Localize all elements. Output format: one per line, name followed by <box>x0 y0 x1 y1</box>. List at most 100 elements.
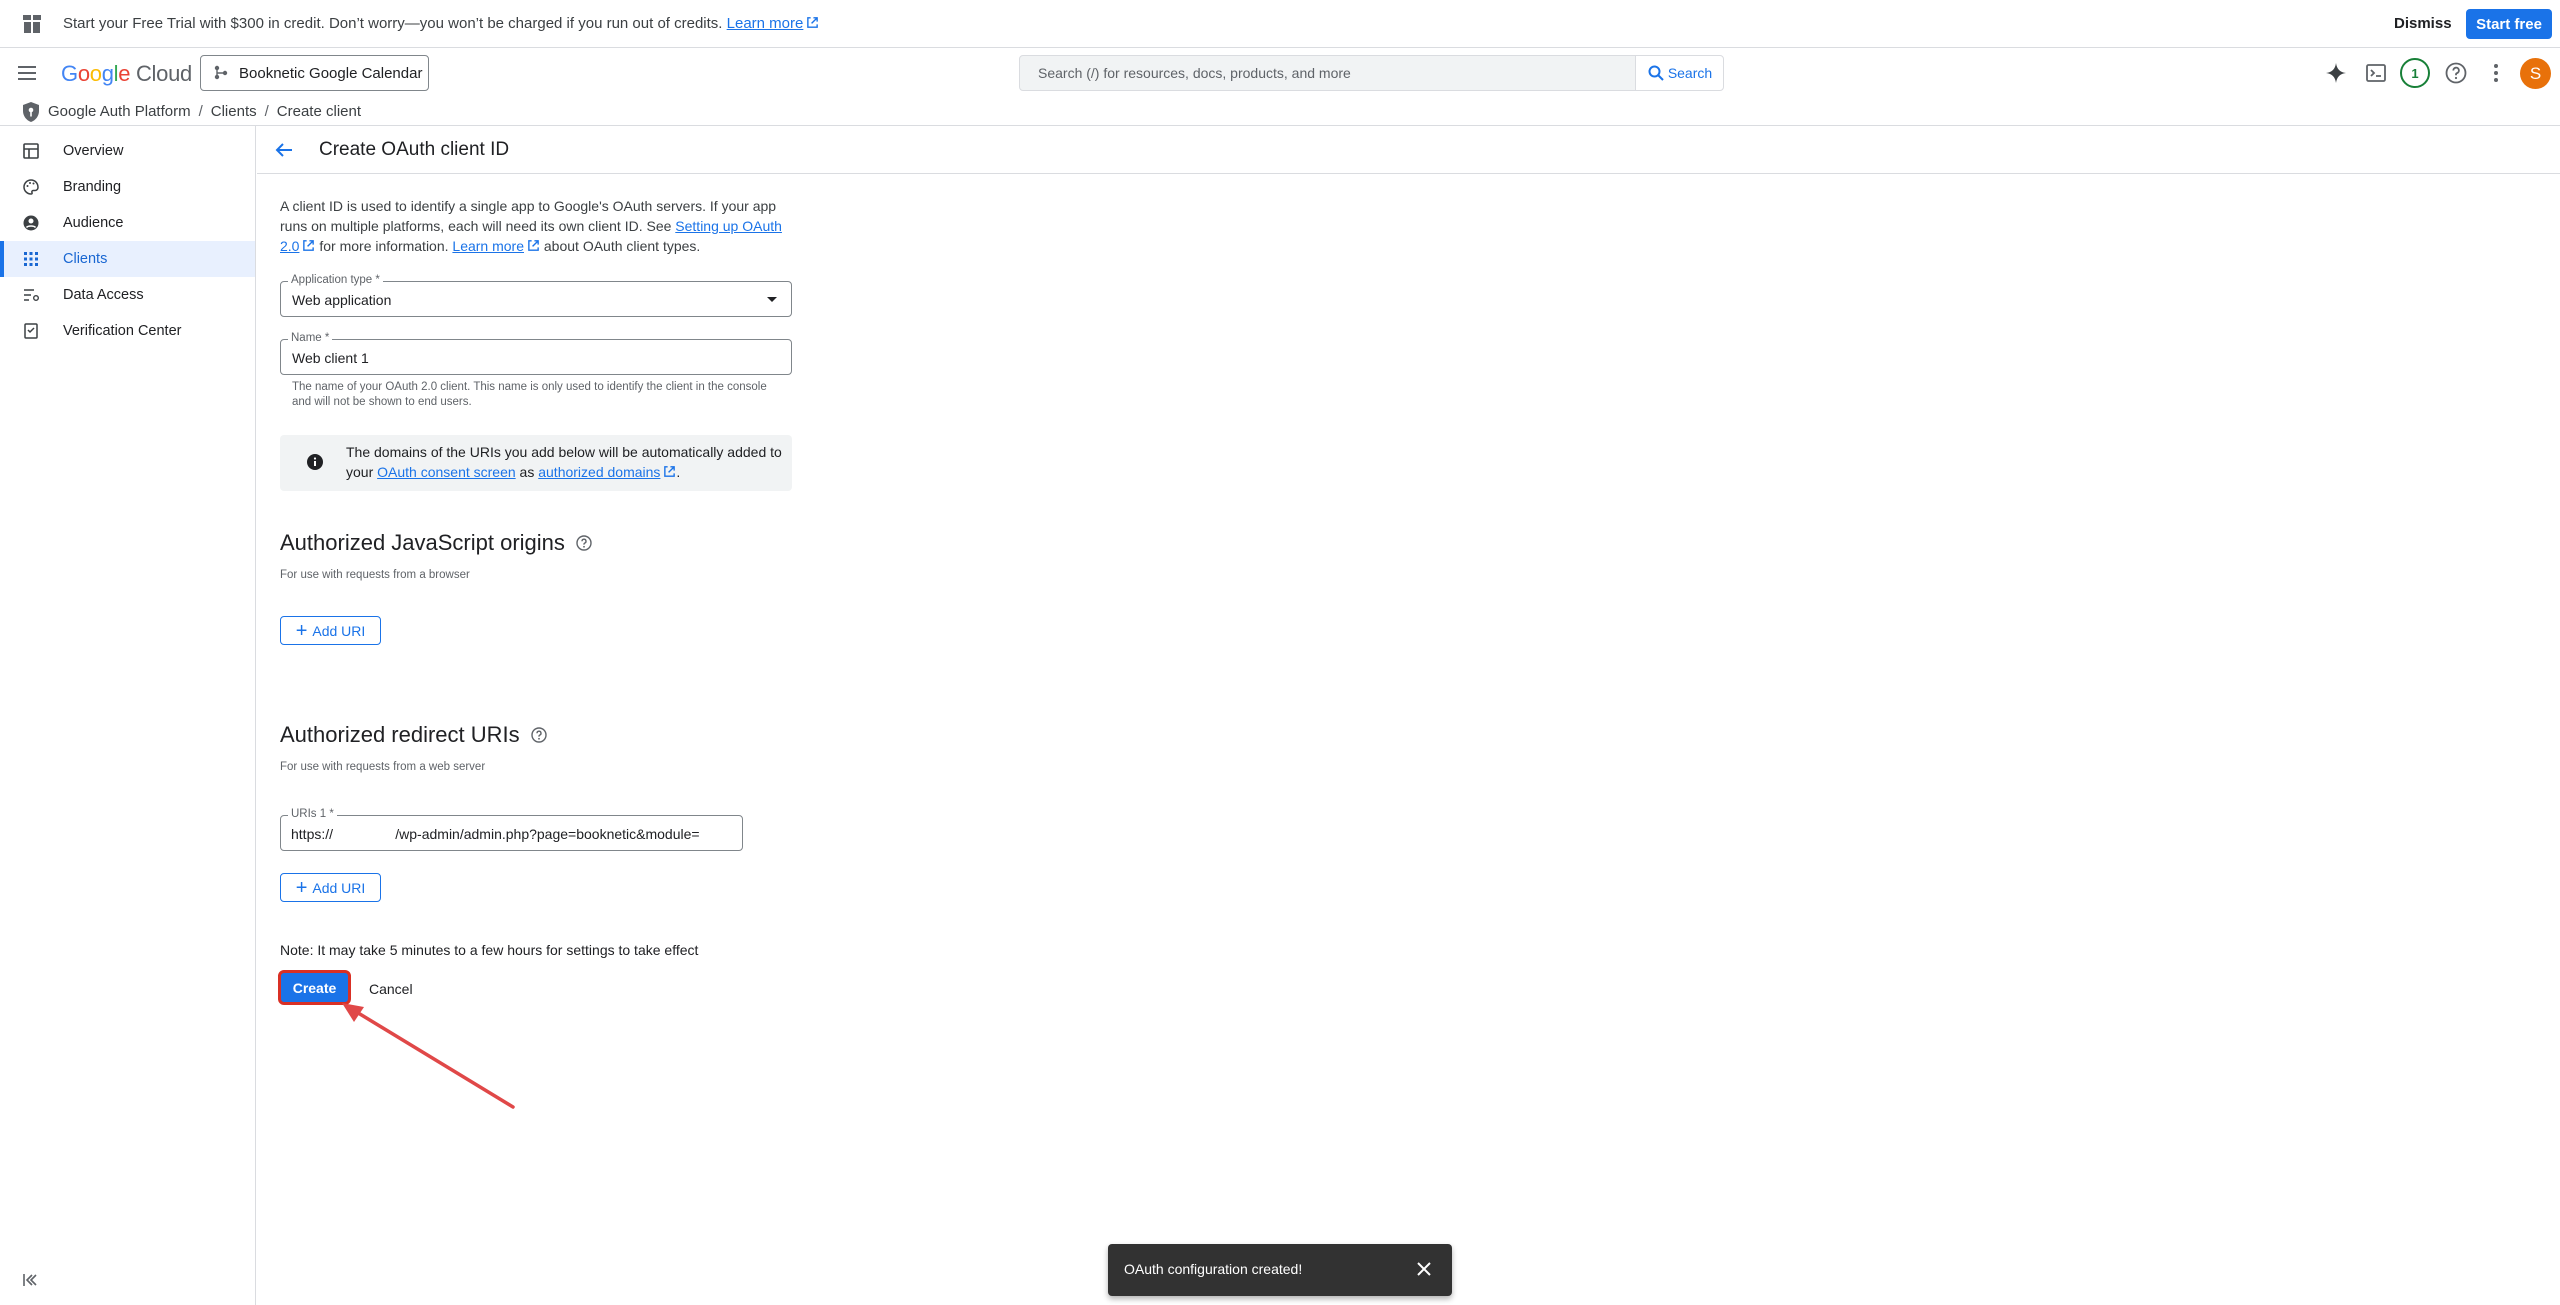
application-type-select[interactable]: Application type * Web application <box>280 274 792 317</box>
js-origins-title-text: Authorized JavaScript origins <box>280 530 565 555</box>
account-avatar[interactable]: S <box>2520 58 2551 89</box>
sidebar-item-overview[interactable]: Overview <box>0 133 255 169</box>
intro-text: A client ID is used to identify a single… <box>280 196 796 256</box>
breadcrumb-item-clients[interactable]: Clients <box>211 103 257 120</box>
js-origins-title: Authorized JavaScript origins <box>280 530 593 556</box>
help-icon[interactable] <box>530 726 548 744</box>
external-link-icon <box>303 240 315 251</box>
logo-cloud-text: Cloud <box>135 61 192 86</box>
logo-letter: e <box>118 61 131 86</box>
redirect-uri-value: https:// /wp-admin/admin.php?page=bookne… <box>291 826 700 842</box>
breadcrumb-separator: / <box>264 103 269 120</box>
hamburger-menu-icon[interactable] <box>16 62 38 84</box>
learn-more-link[interactable]: Learn more <box>452 238 524 254</box>
breadcrumb-item-create-client: Create client <box>276 103 362 120</box>
cancel-button[interactable]: Cancel <box>369 981 413 997</box>
sidebar-item-clients[interactable]: Clients <box>0 241 255 277</box>
plus-icon: + <box>295 876 308 899</box>
notifications-badge[interactable]: 1 <box>2400 58 2430 88</box>
redirect-uri-field[interactable]: URIs 1 * https:// /wp-admin/admin.php?pa… <box>280 808 743 851</box>
sidebar-item-verification-center[interactable]: Verification Center <box>0 313 255 349</box>
sidebar-item-branding[interactable]: Branding <box>0 169 255 205</box>
application-type-value: Web application <box>292 292 392 308</box>
project-hierarchy-icon <box>214 65 228 80</box>
close-icon[interactable] <box>1415 1260 1433 1278</box>
dashboard-icon <box>23 143 39 159</box>
start-free-button[interactable]: Start free <box>2466 9 2552 39</box>
sidebar-item-audience[interactable]: Audience <box>0 205 255 241</box>
sidebar-item-label: Clients <box>63 251 108 267</box>
js-origins-subtitle: For use with requests from a browser <box>280 569 470 581</box>
snackbar: OAuth configuration created! <box>1108 1244 1452 1296</box>
search-icon <box>1648 65 1664 81</box>
dropdown-arrow-icon <box>767 297 777 302</box>
avatar-initial: S <box>2529 63 2542 83</box>
sidebar-item-label: Audience <box>63 215 124 231</box>
account-circle-icon <box>23 215 39 231</box>
settings-delay-note: Note: It may take 5 minutes to a few hou… <box>280 942 699 958</box>
sidebar-item-label: Verification Center <box>63 323 182 339</box>
help-icon[interactable] <box>2444 61 2468 85</box>
application-type-label: Application type * <box>288 274 383 286</box>
search-placeholder: Search (/) for resources, docs, products… <box>1038 65 1351 81</box>
snackbar-message: OAuth configuration created! <box>1124 1261 1303 1277</box>
authorized-domains-link[interactable]: authorized domains <box>538 464 660 480</box>
info-icon <box>307 454 323 470</box>
external-link-icon <box>528 240 539 251</box>
breadcrumb-separator: / <box>198 103 203 120</box>
annotation-arrow <box>342 1003 515 1109</box>
logo-letter: o <box>77 61 90 86</box>
apps-grid-icon <box>24 252 38 266</box>
logo-letter: G <box>61 61 78 86</box>
intro-text-part: about OAuth client types. <box>540 238 701 254</box>
sidebar: Overview Branding Audience Clients Data … <box>0 126 256 1305</box>
gemini-sparkle-icon[interactable] <box>2324 61 2348 85</box>
name-label: Name * <box>288 332 333 344</box>
info-text-part: . <box>676 464 681 480</box>
redirect-uris-subtitle: For use with requests from a web server <box>280 761 486 773</box>
notification-count: 1 <box>2411 65 2419 81</box>
name-field[interactable]: Name * Web client 1 <box>280 332 792 375</box>
project-name: Booknetic Google Calendar <box>239 64 423 82</box>
project-picker[interactable]: Booknetic Google Calendar <box>200 55 429 91</box>
sidebar-item-label: Branding <box>63 179 122 195</box>
cloud-shell-terminal-icon[interactable] <box>2364 61 2388 85</box>
dismiss-button[interactable]: Dismiss <box>2394 15 2452 32</box>
shield-icon <box>23 102 39 122</box>
search-input[interactable]: Search (/) for resources, docs, products… <box>1019 55 1636 91</box>
name-hint: The name of your OAuth 2.0 client. This … <box>292 381 767 408</box>
sidebar-item-label: Data Access <box>63 287 144 303</box>
sidebar-item-label: Overview <box>63 143 124 159</box>
search-button[interactable]: Search <box>1635 55 1724 91</box>
promo-learn-more-link[interactable]: Learn more <box>727 15 804 32</box>
promo-banner: Start your Free Trial with $300 in credi… <box>0 0 2560 48</box>
palette-icon <box>23 179 39 195</box>
redirect-uris-title-text: Authorized redirect URIs <box>280 722 520 747</box>
add-redirect-uri-button[interactable]: + Add URI <box>280 873 381 902</box>
oauth-consent-screen-link[interactable]: OAuth consent screen <box>377 464 516 480</box>
domains-info-box: The domains of the URIs you add below wi… <box>280 435 792 491</box>
top-navigation: Google Cloud Booknetic Google Calendar S… <box>0 48 2560 98</box>
google-cloud-logo[interactable]: Google Cloud <box>61 61 192 87</box>
add-uri-label: Add URI <box>312 879 366 896</box>
info-text-part: as <box>515 464 539 480</box>
add-uri-label: Add URI <box>312 622 366 639</box>
collapse-sidebar-icon[interactable] <box>21 1270 41 1290</box>
breadcrumb-item-google-auth-platform[interactable]: Google Auth Platform <box>48 103 191 120</box>
redirect-uris-title: Authorized redirect URIs <box>280 722 548 748</box>
gift-icon <box>23 15 41 33</box>
more-vert-icon[interactable] <box>2484 61 2508 85</box>
external-link-icon <box>664 466 676 477</box>
add-js-origin-uri-button[interactable]: + Add URI <box>280 616 381 645</box>
checklist-icon <box>24 323 38 339</box>
page-title: Create OAuth client ID <box>319 139 510 160</box>
breadcrumb: Google Auth Platform / Clients / Create … <box>0 98 2560 126</box>
logo-letter: o <box>89 61 102 86</box>
sidebar-item-data-access[interactable]: Data Access <box>0 277 255 313</box>
filter-list-icon <box>24 289 39 301</box>
external-link-icon <box>807 17 819 28</box>
back-arrow-icon[interactable] <box>273 139 295 161</box>
promo-message: Start your Free Trial with $300 in credi… <box>63 15 819 32</box>
search-button-label: Search <box>1667 65 1713 81</box>
help-icon[interactable] <box>575 534 593 552</box>
